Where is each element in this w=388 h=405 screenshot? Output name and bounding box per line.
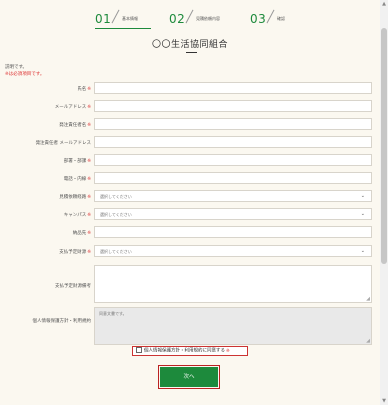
required-mark: ※ <box>87 159 91 164</box>
phone-label-text: 電話・内線 <box>63 177 87 182</box>
payment-select[interactable]: 選択してください ⌄ <box>94 245 372 257</box>
name-label-text: 氏名 <box>77 87 87 92</box>
next-button-label: 次へ <box>160 367 218 387</box>
scroll-up-icon[interactable]: ▲ <box>381 1 387 7</box>
page-scrollbar[interactable]: ▲ ▼ <box>380 0 388 405</box>
required-mark: ※ <box>87 250 91 255</box>
payment-note-label: 支払予定財源備考 <box>55 284 91 289</box>
dept-label-text: 部署・部課 <box>63 159 87 164</box>
payment-value: 選択してください <box>100 249 132 254</box>
step-2: 02 見積依頼内容 <box>169 8 220 28</box>
payment-label-text: 支払予定財源 <box>59 250 87 255</box>
step-2-number: 02 <box>169 12 186 26</box>
dept-label: 部署・部課※ <box>0 158 91 164</box>
phone-label: 電話・内線※ <box>0 176 91 182</box>
dept-input[interactable] <box>94 154 372 166</box>
page-title: 〇〇生活協同組合 <box>151 40 228 50</box>
required-mark: ※ <box>87 195 91 200</box>
step-2-divider <box>185 9 194 24</box>
step-3: 03 確認 <box>250 8 285 28</box>
step-1: 01 基本情報 <box>95 8 151 29</box>
step-1-label: 基本情報 <box>122 16 138 21</box>
resize-grip-icon[interactable]: ◢ <box>366 338 370 344</box>
step-1-divider <box>111 9 120 24</box>
campus-value: 選択してください <box>100 212 132 217</box>
email-label-text: メールアドレス <box>54 105 87 110</box>
issuer-input[interactable] <box>94 118 372 130</box>
chevron-down-icon: ⌄ <box>360 193 365 199</box>
issuer-label: 発注責任者名※ <box>0 122 91 128</box>
privacy-text: 同意文書です。 <box>99 311 127 316</box>
required-note: ※は必須項目です。 <box>5 72 45 77</box>
required-mark: ※ <box>87 105 91 110</box>
quote-method-label-text: 見積依頼経路 <box>59 195 87 200</box>
issuer-label-text: 発注責任者名 <box>59 123 87 128</box>
form-description: 説明です。 <box>5 65 28 70</box>
email-input[interactable] <box>94 100 372 112</box>
campus-select[interactable]: 選択してください ⌄ <box>94 208 372 220</box>
campus-label: キャンパス※ <box>0 212 91 218</box>
payment-label: 支払予定財源※ <box>0 249 91 255</box>
step-1-number: 01 <box>95 12 112 26</box>
delivery-label: 納品先※ <box>0 230 91 236</box>
required-mark: ※ <box>87 87 91 92</box>
step-3-label: 確認 <box>277 16 285 21</box>
step-3-divider <box>266 9 275 24</box>
campus-label-text: キャンパス <box>63 213 87 218</box>
chevron-down-icon: ⌄ <box>360 248 365 254</box>
resize-grip-icon[interactable]: ◢ <box>366 296 370 302</box>
scrollbar-thumb[interactable] <box>381 28 387 264</box>
required-mark: ※ <box>226 348 230 354</box>
form-page: 01 基本情報 02 見積依頼内容 03 確認 〇〇生活協同組合 説明です。 ※… <box>0 0 381 405</box>
title-rule <box>186 52 197 53</box>
delivery-label-text: 納品先 <box>72 231 87 236</box>
chevron-down-icon: ⌄ <box>360 211 365 217</box>
consent-checkbox[interactable] <box>136 347 142 353</box>
required-mark: ※ <box>87 213 91 218</box>
quote-method-label: 見積依頼経路※ <box>0 194 91 200</box>
quote-method-select[interactable]: 選択してください ⌄ <box>94 190 372 202</box>
payment-note-textarea[interactable]: ◢ <box>94 265 372 303</box>
privacy-label: 個人情報保護方針・利用規約 <box>32 319 92 324</box>
step-1-active-underline <box>95 28 151 29</box>
next-button[interactable]: 次へ <box>158 365 220 389</box>
issuer-email-input[interactable] <box>94 136 372 148</box>
step-2-label: 見積依頼内容 <box>196 16 220 21</box>
delivery-input[interactable] <box>94 226 372 238</box>
required-mark: ※ <box>87 177 91 182</box>
email-label: メールアドレス※ <box>0 104 91 110</box>
privacy-text-box[interactable]: 同意文書です。 ◢ <box>94 307 372 345</box>
step-3-number: 03 <box>250 12 267 26</box>
required-mark: ※ <box>87 123 91 128</box>
consent-text: 個人情報保護方針・利用規約に同意する <box>144 348 225 354</box>
name-label: 氏名※ <box>0 86 91 92</box>
scroll-down-icon[interactable]: ▼ <box>381 398 387 404</box>
step-indicator: 01 基本情報 02 見積依頼内容 03 確認 <box>95 8 295 29</box>
quote-method-value: 選択してください <box>100 194 132 199</box>
consent-checkbox-label[interactable]: 個人情報保護方針・利用規約に同意する※ <box>132 346 248 356</box>
required-mark: ※ <box>87 231 91 236</box>
name-input[interactable] <box>94 82 372 94</box>
issuer-email-label: 発注責任者 メールアドレス <box>35 141 91 146</box>
phone-input[interactable] <box>94 172 372 184</box>
